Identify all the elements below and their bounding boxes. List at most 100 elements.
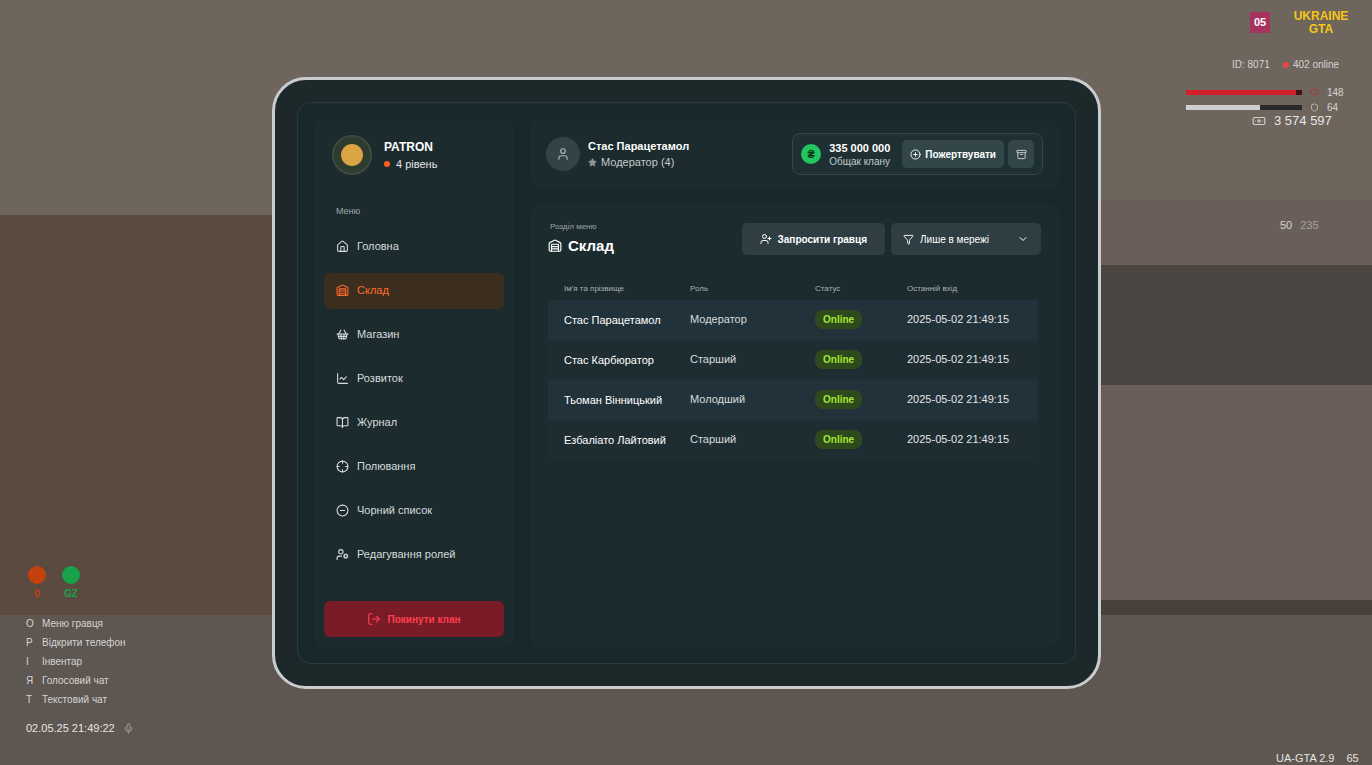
hud-ammo: 50235 [1280, 217, 1319, 234]
member-status: Online [815, 390, 907, 409]
main: Стас ПарацетамолМодератор (4)₴335 000 00… [530, 119, 1059, 647]
member-status: Online [815, 430, 907, 449]
hud-hints: OМеню гравця PВідкрити телефон IІнвентар ЯГ… [26, 616, 126, 707]
hud-id: ID: 8071 [1232, 57, 1270, 72]
indicator: GZ [60, 566, 82, 601]
indicator: 0 [26, 566, 48, 601]
hint: ЯГолосовий чат [26, 673, 126, 688]
armor-bar [1186, 105, 1302, 110]
chevron-down-icon [1017, 233, 1029, 245]
hint: OМеню гравця [26, 616, 126, 631]
table-row[interactable]: Стас ПарацетамолМодераторOnline2025-05-0… [548, 300, 1038, 340]
menu-list: Головна Склад Магазин Розвиток Журнал Полюван… [324, 229, 504, 573]
menu-item-icon [336, 284, 349, 297]
clan-avatar-icon [332, 135, 372, 175]
hud-datetime: 02.05.25 21:49:22 [26, 720, 134, 737]
hint: PВідкрити телефон [26, 635, 126, 650]
table-header: Ім'я та прізвищеРольСтатусОстанній вхід [548, 278, 1038, 300]
hud-armor: 64 [1186, 100, 1338, 115]
hud-money: 3 574 597 [1252, 111, 1332, 131]
indicator-dot-icon [28, 566, 46, 584]
menu-item-icon [336, 372, 349, 385]
menu-item-icon [336, 548, 349, 561]
scene-wall-right [1100, 200, 1372, 600]
sidebar-item[interactable]: Полювання [324, 449, 504, 485]
section-title: Склад [548, 235, 614, 258]
game-screen: UKRAINE GTA 05 ID: 8071 402 online 148643 57… [0, 0, 1372, 765]
sidebar-item[interactable]: Чорний список [324, 493, 504, 529]
filter-dropdown[interactable]: Лише в мережі [891, 223, 1041, 255]
table-row[interactable]: Стас КарбюраторСтаршийOnline2025-05-02 2… [548, 340, 1038, 380]
leave-clan-button[interactable]: Покинути клан [324, 601, 504, 637]
column-header: Статус [815, 283, 907, 295]
member-name: Стас Карбюратор [564, 354, 690, 366]
hud-online: 402 online [1283, 57, 1339, 72]
tablet: PATRON4 рівень Меню Головна Склад Магазин Роз… [272, 77, 1101, 689]
scene-wall-left [0, 215, 272, 615]
menu-item-icon [336, 504, 349, 517]
archive-icon [1016, 149, 1027, 160]
user-plus-icon [760, 233, 772, 245]
clan-level: 4 рівень [384, 156, 437, 173]
user-avatar-icon [546, 137, 580, 171]
shield-icon [1310, 103, 1319, 112]
profile-bar: Стас ПарацетамолМодератор (4)₴335 000 00… [530, 119, 1059, 189]
invite-button[interactable]: Запросити гравця [742, 223, 885, 255]
member-name: Стас Парацетамол [564, 314, 690, 326]
menu-label: Меню [324, 205, 504, 219]
content-panel: Розділ меню Склад Запросити гравцяЛише в м… [530, 205, 1059, 647]
donate-button[interactable]: Пожертвувати [902, 140, 1004, 168]
column-header: Роль [690, 283, 815, 295]
plus-icon [910, 149, 921, 160]
indicator-dot-icon [62, 566, 80, 584]
member-name: Тьоман Вінницький [564, 394, 690, 406]
section-caption: Розділ меню [550, 221, 614, 233]
mic-icon [123, 723, 134, 734]
money-icon [1252, 114, 1266, 128]
member-status: Online [815, 310, 907, 329]
armor-fill [1186, 105, 1260, 110]
hud-logo: UKRAINE GTA [1290, 10, 1352, 36]
leave-icon [367, 612, 381, 626]
sidebar: PATRON4 рівень Меню Головна Склад Магазин Роз… [314, 119, 514, 647]
member-role: Старший [690, 351, 815, 368]
storage-button[interactable] [1008, 140, 1034, 168]
sidebar-item[interactable]: Головна [324, 229, 504, 265]
member-last-login: 2025-05-02 21:49:15 [907, 391, 1022, 408]
member-last-login: 2025-05-02 21:49:15 [907, 431, 1022, 448]
member-last-login: 2025-05-02 21:49:15 [907, 311, 1022, 328]
health-bar [1186, 90, 1302, 95]
menu-item-icon [336, 328, 349, 341]
member-status: Online [815, 350, 907, 369]
scene-board [1100, 265, 1372, 385]
member-name: Езбаліато Лайтовий [564, 434, 690, 446]
menu-item-icon [336, 240, 349, 253]
sidebar-item[interactable]: Редагування ролей [324, 537, 504, 573]
menu-item-icon [336, 416, 349, 429]
column-header: Ім'я та прізвище [564, 283, 690, 295]
sidebar-item[interactable]: Магазин [324, 317, 504, 353]
member-role: Старший [690, 431, 815, 448]
member-role: Молодший [690, 391, 815, 408]
table-row[interactable]: Езбаліато ЛайтовийСтаршийOnline2025-05-0… [548, 420, 1038, 460]
hud-indicators: 0 GZ [26, 566, 82, 601]
user-role: Модератор (4) [588, 154, 689, 171]
sidebar-item[interactable]: Склад [324, 273, 504, 309]
hint: TТекстовий чат [26, 692, 126, 707]
hint: IІнвентар [26, 654, 126, 669]
clan-header: PATRON4 рівень [324, 135, 504, 175]
online-dot-icon [1283, 62, 1289, 68]
treasury-amount: 335 000 000 [829, 141, 890, 155]
hud-health: 148 [1186, 85, 1344, 100]
table-row[interactable]: Тьоман ВінницькийМолодшийOnline2025-05-0… [548, 380, 1038, 420]
member-last-login: 2025-05-02 21:49:15 [907, 351, 1022, 368]
hud-badge: 05 [1250, 12, 1270, 33]
user-name: Стас Парацетамол [588, 138, 689, 155]
member-role: Модератор [690, 311, 815, 328]
menu-item-icon [336, 460, 349, 473]
sidebar-item[interactable]: Журнал [324, 405, 504, 441]
heart-icon [1310, 88, 1319, 97]
members-table: Ім'я та прізвищеРольСтатусОстанній вхідС… [548, 278, 1038, 460]
sidebar-item[interactable]: Розвиток [324, 361, 504, 397]
health-fill [1186, 90, 1296, 95]
